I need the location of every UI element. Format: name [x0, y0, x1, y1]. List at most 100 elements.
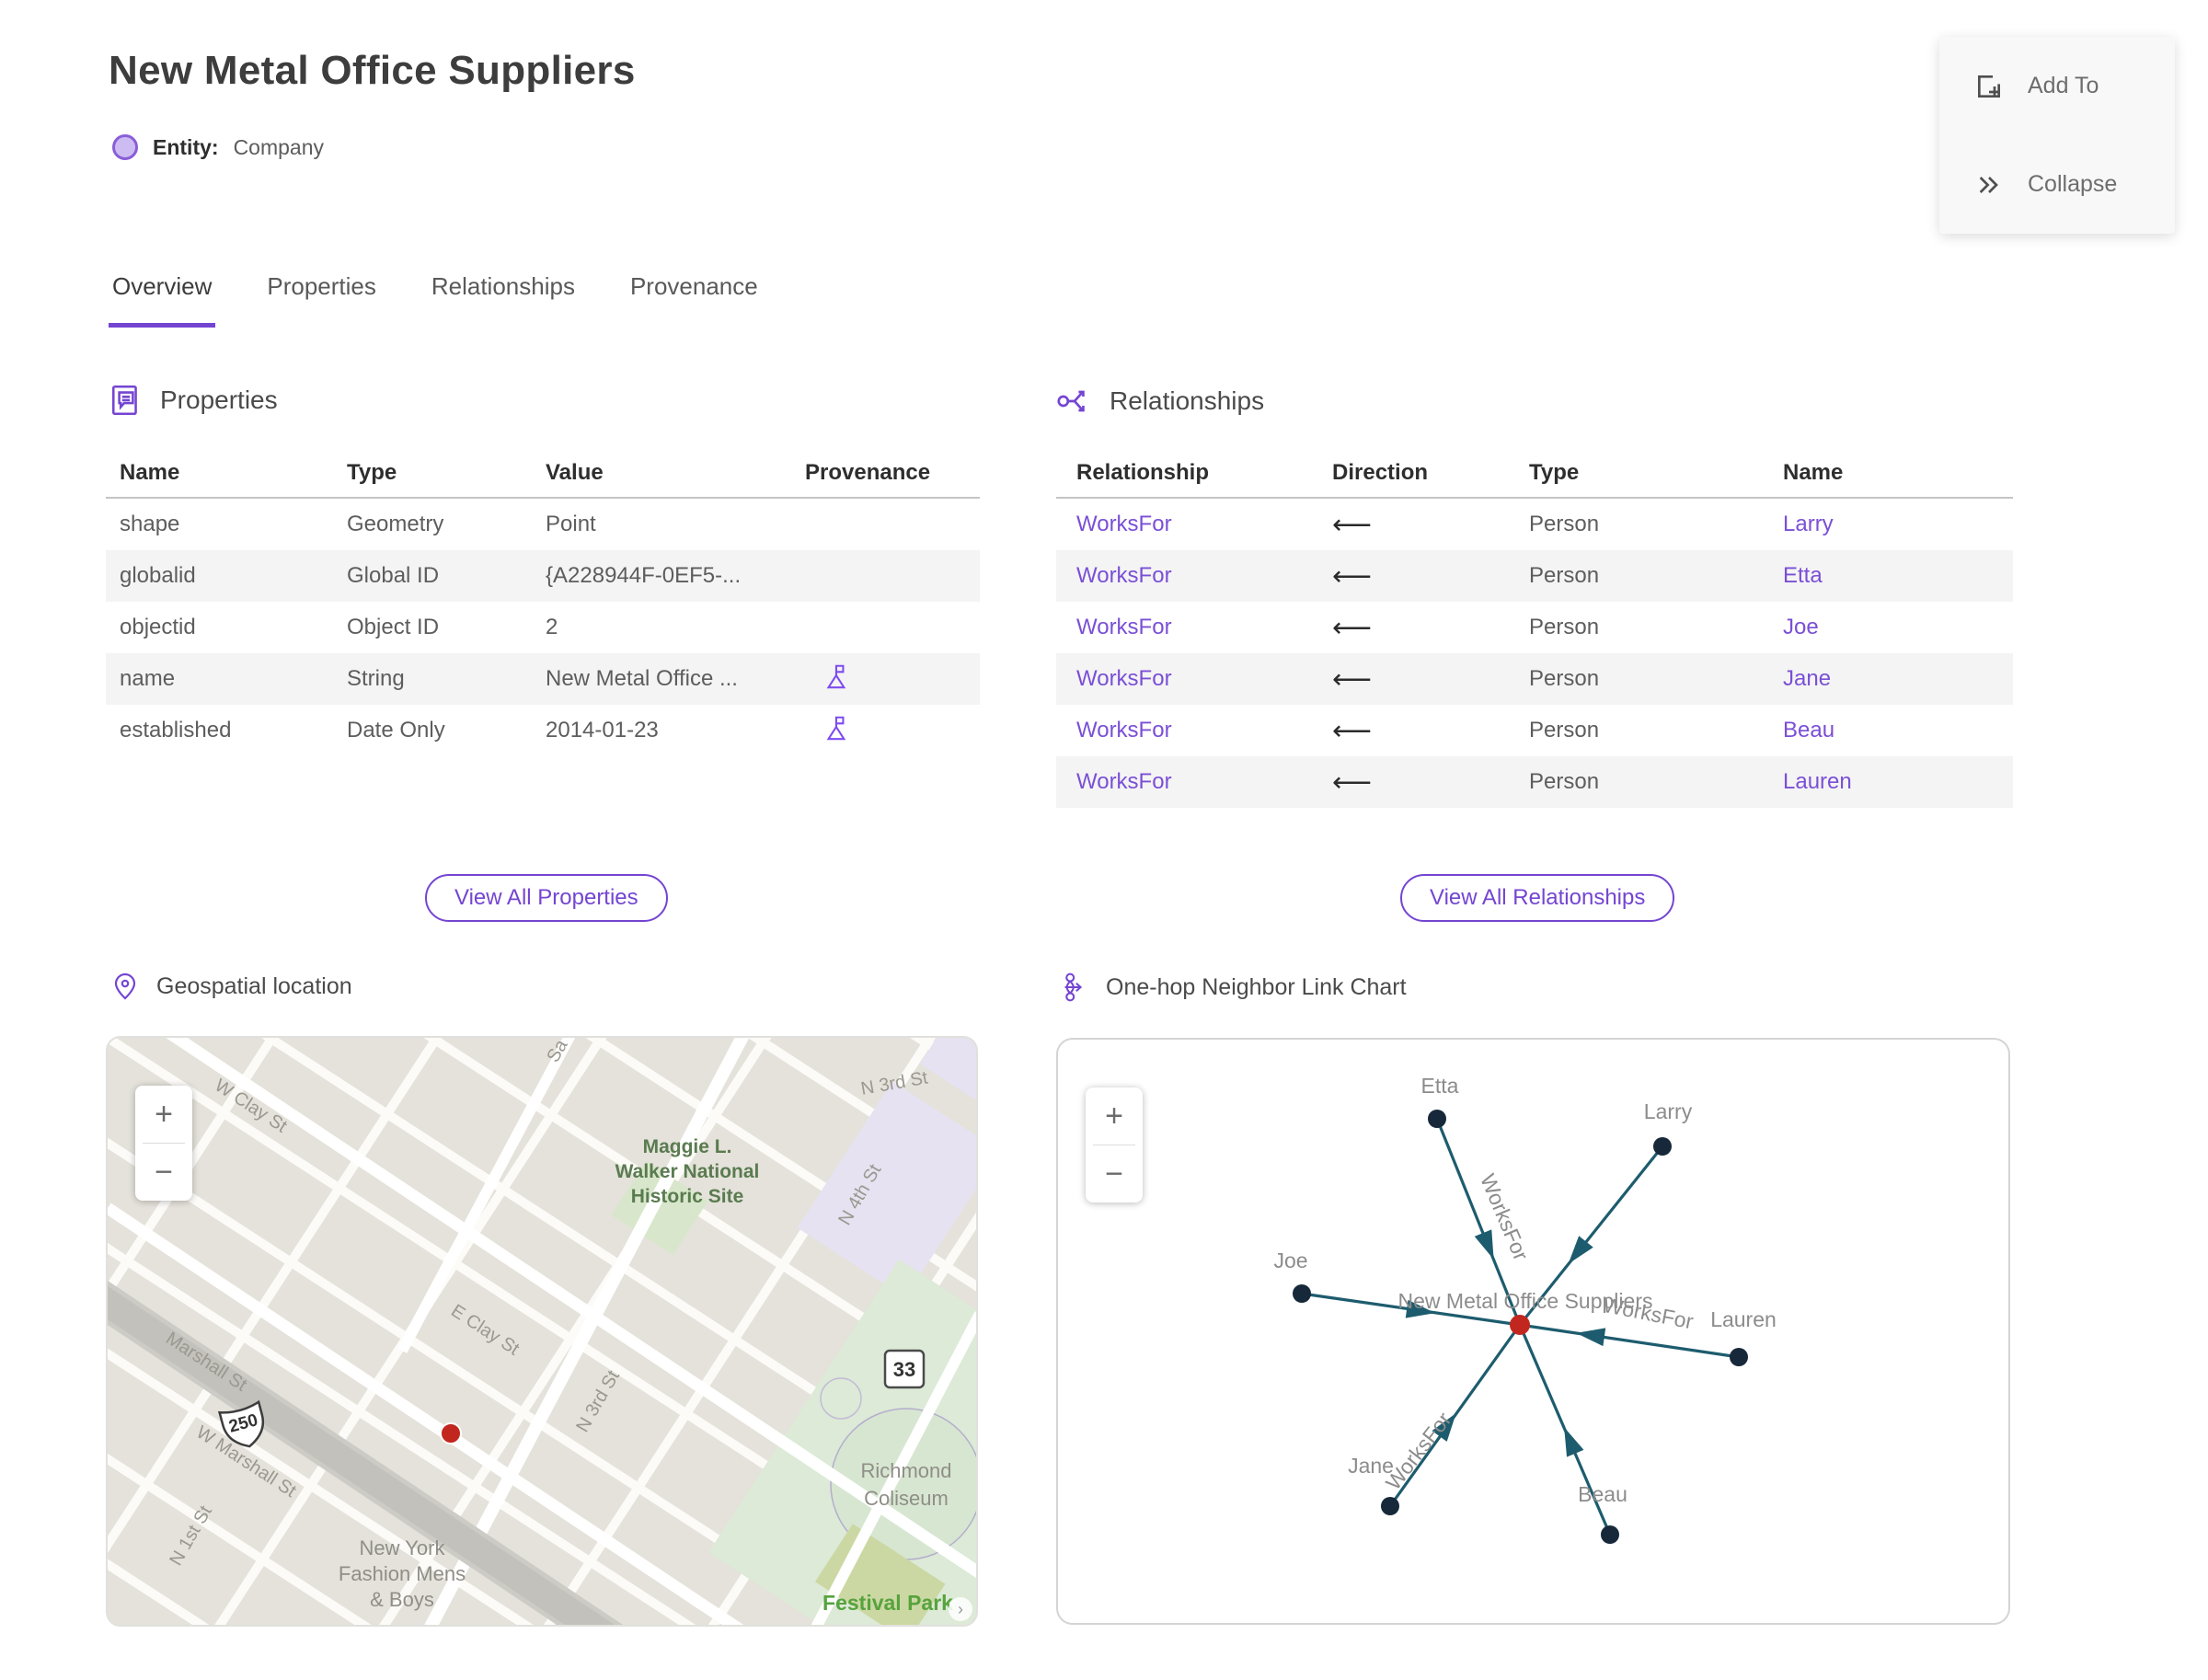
geospatial-section-title: Geospatial location	[156, 972, 352, 999]
place-label: Richmond	[860, 1459, 951, 1482]
related-type: Person	[1529, 718, 1600, 742]
relationship-link[interactable]: WorksFor	[1076, 666, 1332, 692]
node-etta[interactable]	[1428, 1110, 1446, 1128]
prop-name: established	[120, 718, 232, 742]
node-jane[interactable]	[1381, 1497, 1399, 1515]
prop-name: globalid	[120, 563, 196, 588]
prop-name: shape	[120, 512, 180, 536]
related-type: Person	[1529, 615, 1600, 639]
property-row: established Date Only 2014-01-23	[106, 705, 980, 756]
svg-text:33: 33	[893, 1358, 915, 1381]
edge-label: WorksFor	[1476, 1170, 1534, 1264]
node-joe[interactable]	[1293, 1284, 1311, 1303]
provenance-flag-icon[interactable]	[822, 714, 849, 742]
page-title: New Metal Office Suppliers	[109, 48, 636, 93]
prop-value: 2	[546, 615, 558, 639]
entity-label: Entity:	[153, 134, 219, 159]
related-entity-link[interactable]: Jane	[1783, 666, 2013, 692]
map-attribution-toggle[interactable]: ›	[949, 1597, 972, 1621]
property-row: objectid Object ID 2	[106, 602, 980, 653]
view-all-properties-button[interactable]: View All Properties	[425, 874, 668, 922]
linkchart-section-header: One-hop Neighbor Link Chart	[1058, 972, 1407, 1003]
add-to-label: Add To	[2028, 73, 2099, 98]
prop-name: objectid	[120, 615, 196, 639]
col-value: Value	[546, 460, 604, 485]
add-to-button[interactable]: Add To	[1939, 45, 2175, 128]
relationship-row: WorksFor ⟵ Person Jane	[1056, 653, 2013, 705]
route-33-shield: 33	[883, 1349, 926, 1389]
relationship-link[interactable]: WorksFor	[1076, 563, 1332, 589]
prop-type: String	[347, 666, 405, 691]
node-center-entity[interactable]	[1510, 1315, 1530, 1335]
tab-overview[interactable]: Overview	[109, 272, 216, 328]
related-type: Person	[1529, 769, 1600, 794]
place-label: New York	[360, 1536, 446, 1559]
linkchart-zoom-out-button[interactable]: −	[1086, 1145, 1143, 1202]
tab-provenance[interactable]: Provenance	[627, 272, 762, 328]
relationship-row: WorksFor ⟵ Person Beau	[1056, 705, 2013, 756]
properties-table: Name Type Value Provenance shape Geometr…	[106, 449, 980, 756]
relationships-section-header: Relationships	[1056, 383, 1264, 420]
col-relationship: Relationship	[1076, 460, 1210, 485]
related-entity-link[interactable]: Larry	[1783, 512, 2013, 537]
map-zoom-out-button[interactable]: −	[135, 1144, 192, 1201]
node-label-center: New Metal Office Suppliers	[1398, 1289, 1653, 1313]
prop-value: {A228944F-0EF5-...	[546, 563, 742, 588]
related-type: Person	[1529, 666, 1600, 691]
col-type: Type	[1529, 460, 1580, 485]
direction-arrow: ⟵	[1332, 663, 1373, 695]
col-type: Type	[347, 460, 397, 485]
node-label-joe: Joe	[1273, 1248, 1307, 1272]
related-entity-link[interactable]: Joe	[1783, 615, 2013, 640]
related-type: Person	[1529, 512, 1600, 536]
place-label: Fashion Mens	[339, 1562, 466, 1585]
collapse-button[interactable]: Collapse	[1939, 144, 2175, 226]
place-label-festival-park: Festival Park	[822, 1591, 953, 1615]
related-entity-link[interactable]: Beau	[1783, 718, 2013, 743]
col-provenance: Provenance	[805, 460, 931, 485]
linkchart-zoom-in-button[interactable]: +	[1086, 1087, 1143, 1145]
add-to-icon	[1978, 75, 2000, 98]
collapse-label: Collapse	[2028, 171, 2118, 197]
place-label: Coliseum	[864, 1487, 949, 1510]
one-hop-link-chart[interactable]: WorksFor WorksFor WorksFor Etta Larry Jo…	[1056, 1038, 2010, 1625]
tab-bar: Overview Properties Relationships Proven…	[109, 272, 762, 328]
relationship-link[interactable]: WorksFor	[1076, 615, 1332, 640]
entity-type-row: Entity: Company	[112, 134, 324, 160]
direction-arrow: ⟵	[1332, 509, 1373, 540]
relationship-row: WorksFor ⟵ Person Larry	[1056, 499, 2013, 550]
tab-relationships[interactable]: Relationships	[428, 272, 579, 328]
linkchart-zoom-control: + −	[1086, 1087, 1143, 1202]
node-label-larry: Larry	[1644, 1099, 1693, 1123]
collapse-chevrons-icon	[1979, 176, 1998, 193]
tab-properties[interactable]: Properties	[263, 272, 380, 328]
node-larry[interactable]	[1653, 1137, 1672, 1156]
col-direction: Direction	[1332, 460, 1429, 485]
properties-section-title: Properties	[160, 385, 278, 414]
property-row: globalid Global ID {A228944F-0EF5-...	[106, 550, 980, 602]
prop-type: Date Only	[347, 718, 445, 742]
edge-label: WorksFor	[1381, 1408, 1456, 1494]
relationship-link[interactable]: WorksFor	[1076, 769, 1332, 795]
relationships-section-title: Relationships	[1110, 386, 1265, 415]
prop-name: name	[120, 666, 176, 691]
direction-arrow: ⟵	[1332, 612, 1373, 643]
relationship-link[interactable]: WorksFor	[1076, 718, 1332, 743]
entity-location-marker[interactable]	[440, 1422, 462, 1444]
node-beau[interactable]	[1601, 1525, 1619, 1544]
direction-arrow: ⟵	[1332, 715, 1373, 746]
place-label: Maggie L.	[643, 1136, 732, 1157]
related-entity-link[interactable]: Etta	[1783, 563, 2013, 589]
place-label: Historic Site	[631, 1186, 744, 1207]
provenance-flag-icon[interactable]	[822, 662, 849, 690]
map-zoom-in-button[interactable]: +	[135, 1086, 192, 1143]
related-entity-link[interactable]: Lauren	[1783, 769, 2013, 795]
relationship-link[interactable]: WorksFor	[1076, 512, 1332, 537]
node-label-lauren: Lauren	[1710, 1307, 1777, 1331]
node-lauren[interactable]	[1730, 1348, 1748, 1366]
relationships-icon	[1057, 390, 1085, 412]
view-all-relationships-button[interactable]: View All Relationships	[1400, 874, 1675, 922]
direction-arrow: ⟵	[1332, 560, 1373, 592]
geospatial-map[interactable]: W Clay St Sa N 3rd St N 4th St Marshall …	[106, 1036, 978, 1627]
relationships-table-header: Relationship Direction Type Name	[1056, 449, 2013, 499]
